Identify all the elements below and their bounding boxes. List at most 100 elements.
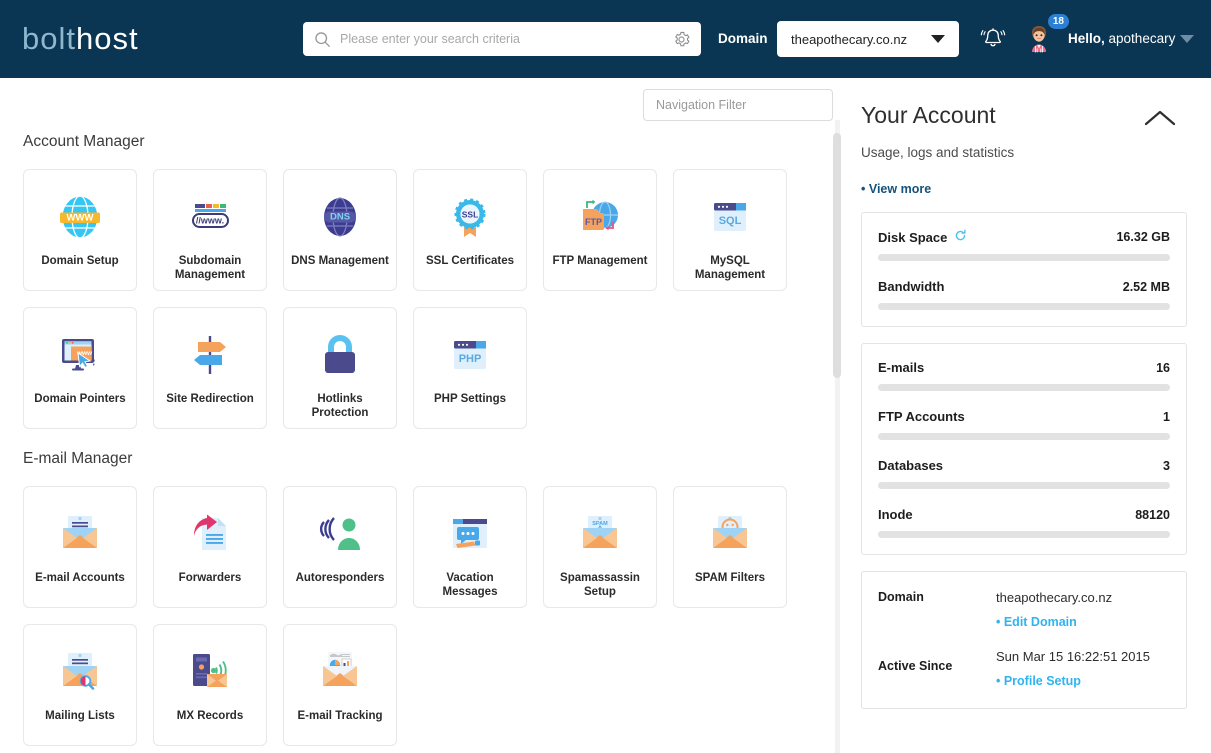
globe-www-icon: WWW xyxy=(49,186,111,248)
ssl-badge-icon: SSL xyxy=(439,186,501,248)
monitor-pointer-icon: www xyxy=(49,324,111,386)
tile-label: SPAM Filters xyxy=(694,572,766,584)
chat-window-icon xyxy=(439,503,501,565)
profile-setup-link[interactable]: • Profile Setup xyxy=(996,674,1170,688)
tile-dns-management[interactable]: DNS DNS Management xyxy=(283,169,397,291)
envelope-list-search-icon xyxy=(49,641,111,703)
tile-hotlinks-protection[interactable]: Hotlinks Protection xyxy=(283,307,397,429)
svg-text:WWW: WWW xyxy=(67,213,94,224)
tile-subdomain-management[interactable]: //www. Subdomain Management xyxy=(153,169,267,291)
avatar[interactable]: 18 xyxy=(1021,14,1069,63)
stat-value: 1 xyxy=(1163,409,1170,424)
tile-label: Subdomain Management xyxy=(174,255,246,281)
account-title: Your Account xyxy=(861,102,996,128)
info-row-active-since: Active Since Sun Mar 15 16:22:51 2015 • … xyxy=(878,647,1170,688)
usage-card: Disk Space 16.32 GB Bandwidth 2.52 MB xyxy=(861,212,1187,327)
account-header: Your Account xyxy=(861,102,1187,133)
chevron-up-icon[interactable] xyxy=(1143,108,1177,133)
tile-ftp-management[interactable]: FTP FTP Management xyxy=(543,169,657,291)
greeting-text: Hello, xyxy=(1068,31,1105,46)
view-more-link[interactable]: • View more xyxy=(861,182,1187,196)
user-greeting[interactable]: Hello, apothecary xyxy=(1068,31,1175,46)
person-broadcast-icon xyxy=(309,503,371,565)
info-label: Domain xyxy=(878,590,924,604)
browser-www-icon: //www. xyxy=(179,186,241,248)
username-text: apothecary xyxy=(1108,31,1176,46)
search-input[interactable] xyxy=(340,32,673,46)
tile-email-accounts[interactable]: **** E-mail Accounts xyxy=(23,486,137,608)
stat-label: FTP Accounts xyxy=(878,409,965,424)
search-bar[interactable] xyxy=(303,22,701,56)
usage-row-disk-space: Disk Space 16.32 GB xyxy=(878,229,1170,245)
svg-text://www.: //www. xyxy=(196,216,224,226)
section-title-email-manager: E-mail Manager xyxy=(23,450,133,467)
signpost-icon xyxy=(179,324,241,386)
tile-label: Vacation Messages xyxy=(442,572,498,598)
section-title-account-manager: Account Manager xyxy=(23,133,145,150)
tile-mx-records[interactable]: MX Records xyxy=(153,624,267,746)
domain-selected-value: theapothecary.co.nz xyxy=(791,31,908,47)
tile-label: FTP Management xyxy=(552,255,648,267)
account-sidebar: Your Account Usage, logs and statistics … xyxy=(845,78,1211,753)
tile-ssl-certificates[interactable]: SSL SSL Certificates xyxy=(413,169,527,291)
svg-text:DNS: DNS xyxy=(330,212,350,223)
domain-info-card: Domain theapothecary.co.nz • Edit Domain… xyxy=(861,571,1187,709)
envelope-smiley-icon xyxy=(699,503,761,565)
stat-value: 88120 xyxy=(1135,507,1170,522)
tile-domain-pointers[interactable]: www Domain Pointers xyxy=(23,307,137,429)
notification-count-badge: 18 xyxy=(1047,14,1069,29)
usage-value: 16.32 GB xyxy=(1116,230,1170,244)
usage-label-text: Disk Space xyxy=(878,229,948,245)
stats-card: E-mails 16 FTP Accounts 1 Databases 3 In… xyxy=(861,343,1187,555)
page-body: Account Manager WWW xyxy=(0,78,1211,753)
dns-globe-icon: DNS xyxy=(309,186,371,248)
tile-domain-setup[interactable]: WWW Domain Setup xyxy=(23,169,137,291)
tile-label: Hotlinks Protection xyxy=(311,393,369,419)
tile-spam-filters[interactable]: SPAM Filters xyxy=(673,486,787,608)
brand-logo-bolt: bolt xyxy=(22,21,76,56)
stat-label: Inode xyxy=(878,507,913,522)
tile-spamassassin-setup[interactable]: SPAM Spamassassin Setup xyxy=(543,486,657,608)
tile-mysql-management[interactable]: SQL MySQL Management xyxy=(673,169,787,291)
stat-label: E-mails xyxy=(878,360,925,375)
tile-email-tracking[interactable]: E-mail Tracking xyxy=(283,624,397,746)
tile-label: Spamassassin Setup xyxy=(560,572,640,598)
stat-row-inode: Inode 88120 xyxy=(878,507,1170,522)
tile-label: MX Records xyxy=(176,710,244,722)
domain-selector[interactable]: theapothecary.co.nz xyxy=(777,21,959,57)
refresh-icon[interactable] xyxy=(954,229,967,245)
bell-icon[interactable] xyxy=(978,24,1008,59)
svg-text:SQL: SQL xyxy=(719,215,742,227)
ftp-folder-icon: FTP xyxy=(569,186,631,248)
stat-progress-bar xyxy=(878,531,1170,538)
search-icon xyxy=(314,31,331,48)
brand-logo[interactable]: bolthost xyxy=(22,21,139,57)
navigation-filter-input[interactable] xyxy=(643,89,833,121)
tile-label: Forwarders xyxy=(178,572,242,584)
usage-label-text: Bandwidth xyxy=(878,279,945,294)
usage-row-bandwidth: Bandwidth 2.52 MB xyxy=(878,279,1170,294)
stat-row-databases: Databases 3 xyxy=(878,458,1170,473)
tile-autoresponders[interactable]: Autoresponders xyxy=(283,486,397,608)
svg-text:PHP: PHP xyxy=(459,353,482,365)
tile-forwarders[interactable]: Forwarders xyxy=(153,486,267,608)
usage-progress-bar xyxy=(878,303,1170,310)
padlock-icon xyxy=(309,324,371,386)
main-content: Account Manager WWW xyxy=(0,78,845,753)
tile-label: Site Redirection xyxy=(166,393,254,405)
account-subtitle: Usage, logs and statistics xyxy=(861,145,1015,160)
usage-progress-bar xyxy=(878,254,1170,261)
tile-mailing-lists[interactable]: Mailing Lists xyxy=(23,624,137,746)
tile-php-settings[interactable]: PHP PHP Settings xyxy=(413,307,527,429)
edit-domain-link[interactable]: • Edit Domain xyxy=(996,615,1170,629)
tile-label: SSL Certificates xyxy=(426,255,514,267)
tile-site-redirection[interactable]: Site Redirection xyxy=(153,307,267,429)
tile-label: Mailing Lists xyxy=(45,710,115,722)
usage-label: Disk Space xyxy=(878,229,967,245)
tile-vacation-messages[interactable]: Vacation Messages xyxy=(413,486,527,608)
user-menu-chevron-down-icon[interactable] xyxy=(1180,35,1194,43)
svg-text:SSL: SSL xyxy=(462,210,479,220)
tile-label: E-mail Tracking xyxy=(297,710,383,722)
gear-icon[interactable] xyxy=(673,31,690,48)
info-value-domain: theapothecary.co.nz xyxy=(996,590,1113,605)
